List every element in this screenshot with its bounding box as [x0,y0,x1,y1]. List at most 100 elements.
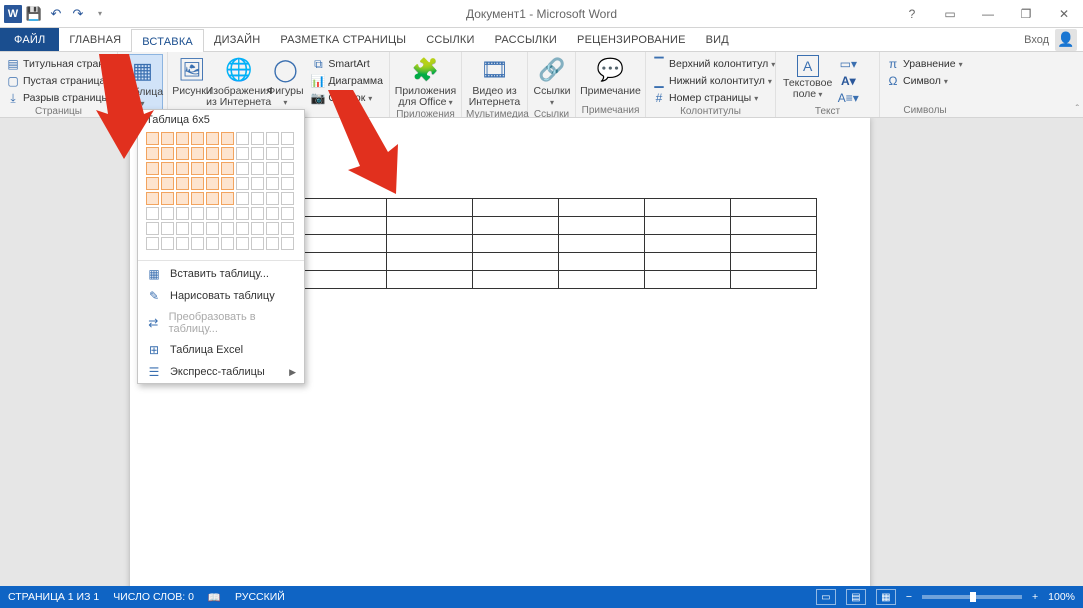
grid-cell[interactable] [236,237,249,250]
grid-cell[interactable] [281,177,294,190]
links-button[interactable]: 🔗Ссылки [532,54,572,109]
grid-cell[interactable] [221,177,234,190]
close-icon[interactable]: ✕ [1051,7,1077,21]
grid-cell[interactable] [206,237,219,250]
tab-file[interactable]: ФАЙЛ [0,28,59,51]
grid-cell[interactable] [251,162,264,175]
minimize-icon[interactable]: — [975,7,1001,21]
grid-cell[interactable] [161,237,174,250]
view-print-icon[interactable]: ▤ [846,589,866,605]
grid-cell[interactable] [221,132,234,145]
tab-layout[interactable]: РАЗМЕТКА СТРАНИЦЫ [270,28,416,51]
help-icon[interactable]: ? [899,7,925,21]
grid-cell[interactable] [281,222,294,235]
tab-insert[interactable]: ВСТАВКА [131,29,204,52]
grid-cell[interactable] [266,147,279,160]
status-language[interactable]: РУССКИЙ [235,591,285,603]
redo-icon[interactable]: ↷ [68,4,88,24]
grid-cell[interactable] [176,192,189,205]
grid-cell[interactable] [221,147,234,160]
symbol-button[interactable]: ΩСимвол [884,73,965,89]
grid-cell[interactable] [161,162,174,175]
grid-cell[interactable] [161,207,174,220]
sign-in-label[interactable]: Вход [1024,34,1049,46]
grid-cell[interactable] [206,147,219,160]
grid-cell[interactable] [176,207,189,220]
grid-cell[interactable] [191,162,204,175]
grid-cell[interactable] [281,207,294,220]
page-number-button[interactable]: #Номер страницы [650,90,777,106]
grid-cell[interactable] [251,222,264,235]
table-button[interactable]: ▦ Таблица [122,54,163,111]
shapes-button[interactable]: ◯Фигуры [265,54,305,109]
grid-cell[interactable] [251,237,264,250]
cover-page-button[interactable]: ▤Титульная страница [4,56,131,72]
grid-cell[interactable] [176,237,189,250]
grid-cell[interactable] [266,162,279,175]
grid-cell[interactable] [146,162,159,175]
chart-button[interactable]: 📊Диаграмма [309,73,385,89]
grid-cell[interactable] [206,207,219,220]
grid-cell[interactable] [251,177,264,190]
grid-cell[interactable] [236,162,249,175]
status-page[interactable]: СТРАНИЦА 1 ИЗ 1 [8,591,99,603]
grid-cell[interactable] [176,132,189,145]
online-video-button[interactable]: 🎞Видео изИнтернета [466,54,523,109]
restore-icon[interactable]: ❐ [1013,7,1039,21]
view-web-icon[interactable]: ▦ [876,589,896,605]
grid-cell[interactable] [206,177,219,190]
grid-cell[interactable] [221,162,234,175]
tab-mailings[interactable]: РАССЫЛКИ [485,28,567,51]
tab-references[interactable]: ССЫЛКИ [416,28,484,51]
drop-cap-button[interactable]: A≡▾ [839,90,857,106]
table-grid-picker[interactable] [138,130,304,258]
grid-cell[interactable] [146,222,159,235]
grid-cell[interactable] [161,132,174,145]
grid-cell[interactable] [206,222,219,235]
grid-cell[interactable] [236,147,249,160]
grid-cell[interactable] [236,132,249,145]
zoom-slider[interactable] [922,595,1022,599]
qat-more-icon[interactable]: ▾ [90,4,110,24]
grid-cell[interactable] [221,222,234,235]
save-icon[interactable]: 💾 [24,4,44,24]
draw-table-menu[interactable]: ✎Нарисовать таблицу [138,285,304,307]
grid-cell[interactable] [146,147,159,160]
grid-cell[interactable] [266,177,279,190]
grid-cell[interactable] [146,177,159,190]
grid-cell[interactable] [281,147,294,160]
quick-tables-menu[interactable]: ☰Экспресс-таблицы▶ [138,361,304,383]
grid-cell[interactable] [281,192,294,205]
status-words[interactable]: ЧИСЛО СЛОВ: 0 [113,591,194,603]
grid-cell[interactable] [266,222,279,235]
grid-cell[interactable] [206,192,219,205]
grid-cell[interactable] [281,132,294,145]
undo-icon[interactable]: ↶ [46,4,66,24]
grid-cell[interactable] [191,192,204,205]
grid-cell[interactable] [251,132,264,145]
tab-design[interactable]: ДИЗАЙН [204,28,270,51]
footer-button[interactable]: ▁Нижний колонтитул [650,73,777,89]
grid-cell[interactable] [146,237,159,250]
smartart-button[interactable]: ⧉SmartArt [309,56,385,72]
grid-cell[interactable] [266,132,279,145]
grid-cell[interactable] [176,162,189,175]
tab-review[interactable]: РЕЦЕНЗИРОВАНИЕ [567,28,696,51]
header-button[interactable]: ▔Верхний колонтитул [650,56,777,72]
equation-button[interactable]: πУравнение [884,56,965,72]
zoom-in-icon[interactable]: + [1032,591,1038,603]
online-pictures-button[interactable]: 🌐Изображенияиз Интернета [216,54,261,109]
grid-cell[interactable] [251,192,264,205]
grid-cell[interactable] [251,207,264,220]
grid-cell[interactable] [206,132,219,145]
grid-cell[interactable] [281,237,294,250]
zoom-value[interactable]: 100% [1048,591,1075,603]
grid-cell[interactable] [191,222,204,235]
grid-cell[interactable] [236,192,249,205]
grid-cell[interactable] [161,192,174,205]
grid-cell[interactable] [266,207,279,220]
grid-cell[interactable] [221,192,234,205]
grid-cell[interactable] [221,237,234,250]
avatar-icon[interactable]: 👤 [1055,29,1077,51]
tab-home[interactable]: ГЛАВНАЯ [59,28,131,51]
